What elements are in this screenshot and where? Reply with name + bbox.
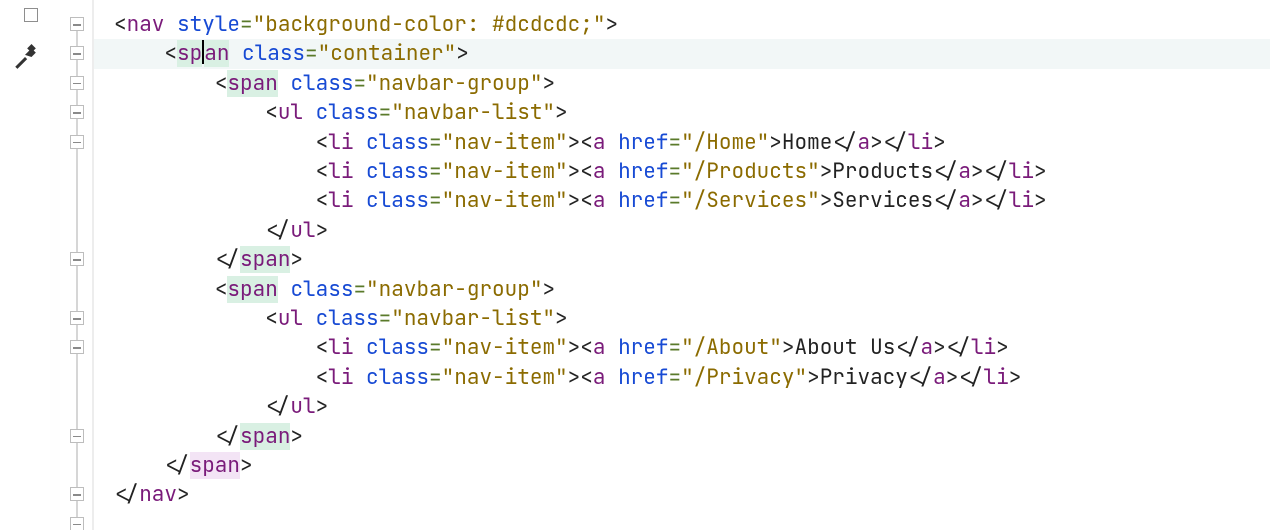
code-line[interactable]: <li class="nav-item"><a href="/Services"… bbox=[94, 186, 1270, 215]
breakpoint-marker[interactable] bbox=[24, 8, 38, 22]
fold-toggle-icon[interactable] bbox=[70, 76, 84, 90]
build-hammer-icon[interactable] bbox=[12, 44, 38, 70]
code-editor: <nav style="background-color: #dcdcdc;">… bbox=[0, 0, 1270, 530]
code-line[interactable]: </ul> bbox=[94, 216, 1270, 245]
code-line[interactable]: </nav> bbox=[94, 480, 1270, 509]
fold-toggle-icon[interactable] bbox=[70, 46, 84, 60]
code-line[interactable]: <span class="navbar-group"> bbox=[94, 69, 1270, 98]
code-line-current[interactable]: <span class="container"> bbox=[94, 39, 1270, 68]
fold-toggle-icon[interactable] bbox=[70, 487, 84, 501]
fold-toggle-icon[interactable] bbox=[70, 517, 84, 530]
breakpoint-strip[interactable] bbox=[50, 0, 60, 530]
code-line[interactable]: </ul> bbox=[94, 392, 1270, 421]
fold-toggle-icon[interactable] bbox=[70, 17, 84, 31]
code-line[interactable]: <li class="nav-item"><a href="/About">Ab… bbox=[94, 333, 1270, 362]
code-line[interactable]: </span> bbox=[94, 245, 1270, 274]
code-line[interactable]: <nav style="background-color: #dcdcdc;"> bbox=[94, 10, 1270, 39]
fold-toggle-icon[interactable] bbox=[70, 135, 84, 149]
code-line[interactable]: <ul class="navbar-list"> bbox=[94, 98, 1270, 127]
fold-toggle-icon[interactable] bbox=[70, 429, 84, 443]
fold-toggle-icon[interactable] bbox=[70, 252, 84, 266]
code-line[interactable]: <li class="nav-item"><a href="/Privacy">… bbox=[94, 363, 1270, 392]
code-line[interactable]: <span class="navbar-group"> bbox=[94, 275, 1270, 304]
fold-toggle-icon[interactable] bbox=[70, 340, 84, 354]
code-line[interactable]: </span> bbox=[94, 451, 1270, 480]
code-area[interactable]: <nav style="background-color: #dcdcdc;">… bbox=[94, 0, 1270, 530]
code-line[interactable]: </span> bbox=[94, 422, 1270, 451]
fold-gutter bbox=[60, 0, 94, 530]
code-line[interactable]: <ul class="navbar-list"> bbox=[94, 304, 1270, 333]
fold-toggle-icon[interactable] bbox=[70, 311, 84, 325]
gutter-icons bbox=[0, 0, 50, 530]
code-line[interactable]: <li class="nav-item"><a href="/Products"… bbox=[94, 157, 1270, 186]
code-line[interactable]: <li class="nav-item"><a href="/Home">Hom… bbox=[94, 128, 1270, 157]
fold-toggle-icon[interactable] bbox=[70, 105, 84, 119]
